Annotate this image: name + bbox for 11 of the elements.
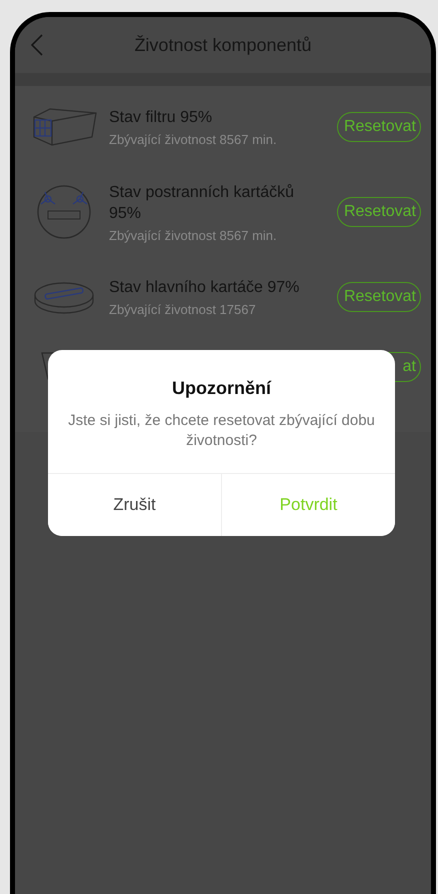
dialog-title: Upozornění	[171, 378, 272, 399]
reset-button[interactable]: Resetovat	[336, 197, 421, 227]
remaining-life-text: Zbývající životnost 8567 min.	[109, 228, 278, 242]
remaining-life-text: Zbývající životnost 8567 min.	[109, 132, 278, 147]
dialog-message: Jste si jisti, že chcete resetovat zbývající dobu životnosti?	[68, 411, 375, 451]
reset-button[interactable]: Resetovat	[336, 282, 421, 312]
side-brush-icon	[36, 184, 92, 240]
remaining-life-text: Zbývající životnost 17567	[109, 302, 257, 317]
reset-button[interactable]: Resetovat	[336, 112, 421, 142]
confirm-button[interactable]: Potvrdit	[221, 474, 395, 536]
back-icon	[31, 34, 43, 56]
